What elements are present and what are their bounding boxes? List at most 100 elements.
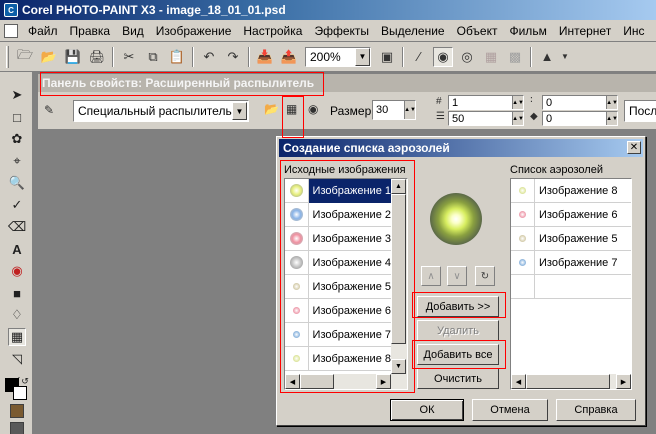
list-item[interactable]: Изображение 2 <box>285 202 391 227</box>
menu-movie[interactable]: Фильм <box>503 24 552 38</box>
menu-tools[interactable]: Инс <box>617 24 650 38</box>
zoom-tool-icon[interactable]: 🔍 <box>8 174 26 192</box>
move-up-icon[interactable]: ∧ <box>421 266 441 286</box>
menu-object[interactable]: Объект <box>451 24 504 38</box>
mask-grid-icon[interactable]: ▩ <box>505 47 525 67</box>
reverse-order-icon[interactable]: ↻ <box>475 266 495 286</box>
create-sprayer-list-icon[interactable]: ▦ <box>286 102 297 116</box>
text-tool-icon[interactable]: A <box>8 240 26 258</box>
sprayer-select[interactable]: Специальный распылитель ▼ <box>73 100 249 122</box>
save-icon[interactable]: 💾 <box>63 47 83 67</box>
menu-view[interactable]: Вид <box>116 24 150 38</box>
eyedropper-tool-icon[interactable]: ✓ <box>8 196 26 214</box>
red-eye-tool-icon[interactable]: ◉ <box>8 262 26 280</box>
cancel-button[interactable]: Отмена <box>472 399 548 421</box>
effect-tool-icon[interactable]: ◹ <box>8 350 26 368</box>
scroll-left-icon[interactable]: ◀ <box>511 374 526 389</box>
remove-button[interactable]: Удалить <box>417 320 499 341</box>
swap-colors-icon[interactable]: ↺ <box>20 372 30 390</box>
list-item[interactable]: Изображение 7 <box>511 250 631 275</box>
image-sprayer-tool-icon[interactable]: ▦ <box>8 328 26 346</box>
clear-button[interactable]: Очистить <box>417 368 499 389</box>
scroll-left-icon[interactable]: ◀ <box>285 374 300 389</box>
rectangle-tool-icon[interactable]: ■ <box>8 284 26 302</box>
scroll-thumb[interactable] <box>300 374 334 389</box>
list-item[interactable]: Изображение 8 <box>285 346 391 371</box>
redo-icon[interactable]: ↷ <box>223 47 243 67</box>
move-down-icon[interactable]: ∨ <box>447 266 467 286</box>
application-launcher-icon[interactable]: ▲ <box>537 47 557 67</box>
add-button[interactable]: Добавить >> <box>417 296 499 317</box>
copy-icon[interactable]: ⧉ <box>143 47 163 67</box>
crop-tool-icon[interactable]: ⌖ <box>8 152 26 170</box>
sprayer-type-icon[interactable]: ✎ <box>44 103 54 117</box>
vertical-scrollbar[interactable]: ▲ ▼ <box>391 179 407 374</box>
list-item[interactable]: Изображение 6 <box>511 202 631 227</box>
save-sprayer-icon[interactable]: ◉ <box>308 102 318 116</box>
pick-tool-icon[interactable]: ➤ <box>8 86 26 104</box>
import-icon[interactable]: 📥 <box>255 47 275 67</box>
scroll-right-icon[interactable]: ▶ <box>616 374 631 389</box>
menu-edit[interactable]: Правка <box>64 24 117 38</box>
eraser-tool-icon[interactable]: ⌫ <box>8 218 26 236</box>
size-input[interactable]: 30 ▲▼ <box>372 100 416 120</box>
count-icon[interactable]: # <box>436 96 442 107</box>
open-folder-icon[interactable]: 📂 <box>39 47 59 67</box>
lasso-mask-icon[interactable]: ✿ <box>8 130 26 148</box>
scroll-thumb[interactable] <box>391 194 406 344</box>
load-sprayer-icon[interactable]: 📂 <box>264 102 279 116</box>
list-item[interactable]: Изображение 6 <box>285 298 391 323</box>
chevron-down-icon[interactable]: ▼ <box>355 47 370 66</box>
export-icon[interactable]: 📤 <box>279 47 299 67</box>
paste-icon[interactable]: 📋 <box>167 47 187 67</box>
order-select[interactable]: Посл <box>624 100 656 122</box>
scroll-right-icon[interactable]: ▶ <box>376 374 391 389</box>
list-item[interactable]: Изображение 5 <box>511 226 631 251</box>
menu-internet[interactable]: Интернет <box>553 24 617 38</box>
undo-icon[interactable]: ↶ <box>199 47 219 67</box>
launcher-dropdown-icon[interactable]: ▼ <box>561 47 569 67</box>
add-all-button[interactable]: Добавить все <box>417 344 499 365</box>
menu-mask[interactable]: Выделение <box>375 24 451 38</box>
scroll-thumb[interactable] <box>526 374 610 389</box>
sprayer-list[interactable]: Изображение 8 Изображение 6 Изображение … <box>510 178 632 390</box>
mask-marquee-icon[interactable]: ◉ <box>433 46 453 67</box>
horizontal-scrollbar[interactable]: ◀ ▶ <box>511 374 631 389</box>
source-images-list[interactable]: Изображение 1 Изображение 2 Изображение … <box>284 178 408 390</box>
dialog-title-bar[interactable]: Создание списка аэрозолей ✕ <box>279 139 643 157</box>
menu-image[interactable]: Изображение <box>150 24 238 38</box>
eyedropper-icon[interactable]: ∕ <box>409 47 429 67</box>
offset-input[interactable]: 0 ▲▼ <box>542 111 618 126</box>
close-icon[interactable]: ✕ <box>627 141 641 154</box>
list-item[interactable]: Изображение 5 <box>285 274 391 299</box>
horizontal-scrollbar[interactable]: ◀ ▶ <box>285 374 407 389</box>
zoom-combo[interactable]: 200% ▼ <box>305 46 371 67</box>
list-item[interactable]: Изображение 4 <box>285 250 391 275</box>
document-icon[interactable] <box>4 23 18 38</box>
mask-disabled-icon[interactable]: ▦ <box>481 47 501 67</box>
rate-input[interactable]: 50 ▲▼ <box>448 111 524 126</box>
cut-icon[interactable]: ✂ <box>119 47 139 67</box>
count-input[interactable]: 1 ▲▼ <box>448 95 524 110</box>
rectangle-mask-icon[interactable]: □ <box>8 108 26 126</box>
list-item[interactable]: Изображение 7 <box>285 322 391 347</box>
help-button[interactable]: Справка <box>556 399 636 421</box>
toolbar-grip[interactable] <box>6 45 9 68</box>
list-item[interactable]: Изображение 8 <box>511 179 631 203</box>
list-item[interactable]: Изображение 1 <box>285 179 391 203</box>
chevron-down-icon[interactable]: ▼ <box>232 102 247 120</box>
print-icon[interactable]: 🖨 <box>87 47 107 67</box>
menu-adjust[interactable]: Настройка <box>237 24 308 38</box>
paper-swatch[interactable] <box>10 422 24 434</box>
scroll-up-icon[interactable]: ▲ <box>391 179 406 194</box>
fill-swatch[interactable] <box>10 404 24 418</box>
list-item[interactable]: Изображение 3 <box>285 226 391 251</box>
zoom-fit-icon[interactable]: ▣ <box>377 47 397 67</box>
scroll-down-icon[interactable]: ▼ <box>391 359 406 374</box>
mask-overlay-icon[interactable]: ◎ <box>457 47 477 67</box>
fill-tool-icon[interactable]: ♢ <box>8 306 26 324</box>
spread-input[interactable]: 0 ▲▼ <box>542 95 618 110</box>
menu-effects[interactable]: Эффекты <box>308 24 375 38</box>
ok-button[interactable]: ОК <box>390 399 464 421</box>
menu-file[interactable]: Файл <box>22 24 64 38</box>
